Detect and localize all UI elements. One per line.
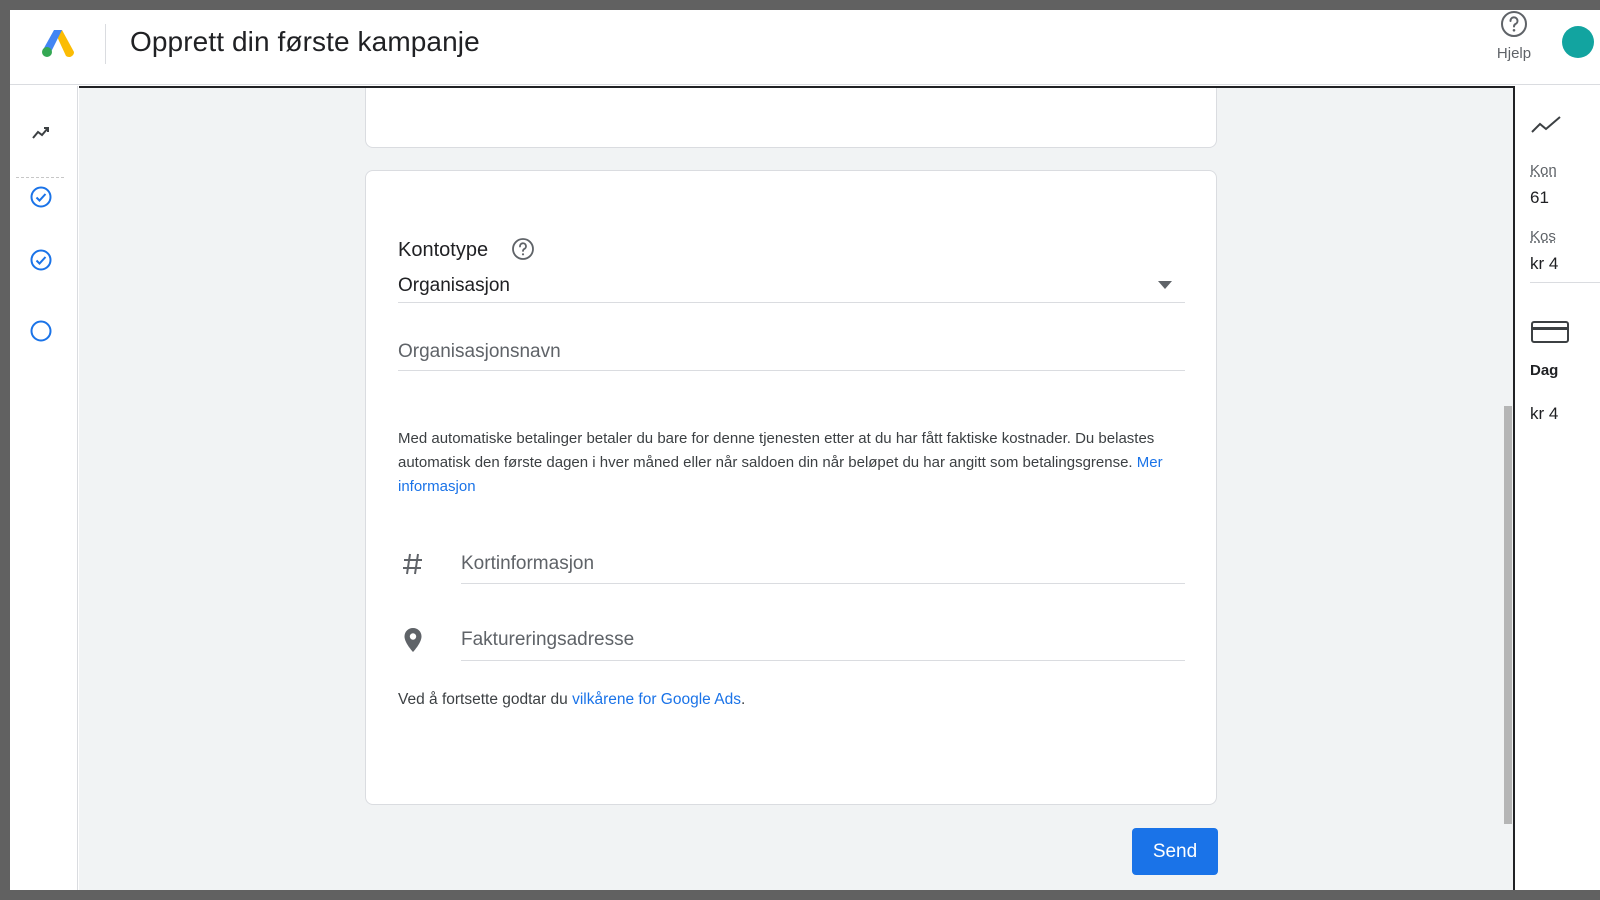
- org-name-placeholder: Organisasjonsnavn: [398, 341, 561, 362]
- top-app-bar: Opprett din første kampanje Hjelp: [10, 10, 1600, 85]
- summary-divider: [1530, 282, 1600, 283]
- dropdown-arrow-icon: [1158, 281, 1172, 289]
- summary-label: Dag: [1530, 362, 1559, 379]
- main-content: Kontotype Organisasjon Organisasjonsnavn…: [79, 86, 1515, 890]
- payment-card: Kontotype Organisasjon Organisasjonsnavn…: [365, 170, 1217, 805]
- scrollbar-thumb[interactable]: [1504, 406, 1512, 824]
- terms-prefix: Ved å fortsette godtar du: [398, 691, 568, 708]
- auto-payment-info: Med automatiske betalinger betaler du ba…: [398, 427, 1178, 499]
- page-title: Opprett din første kampanje: [130, 26, 480, 57]
- help-label: Hjelp: [1496, 45, 1532, 62]
- account-type-label: Kontotype: [398, 239, 489, 261]
- summary-value: 61: [1530, 188, 1549, 207]
- summary-value: kr 4: [1530, 404, 1559, 423]
- trending-icon[interactable]: [30, 122, 52, 144]
- step-complete-icon[interactable]: [30, 249, 52, 271]
- terms-text: Ved å fortsette godtar du vilkårene for …: [398, 691, 745, 709]
- org-name-underline: [398, 370, 1185, 371]
- account-type-value: Organisasjon: [398, 275, 510, 296]
- header-divider: [105, 24, 106, 64]
- trending-icon: [1531, 116, 1561, 133]
- terms-link[interactable]: vilkårene for Google Ads: [572, 691, 741, 708]
- rail-separator: [16, 177, 64, 178]
- send-button[interactable]: Send: [1132, 828, 1218, 875]
- auto-payment-text: Med automatiske betalinger betaler du ba…: [398, 430, 1155, 471]
- step-pending-icon[interactable]: [30, 320, 52, 342]
- select-underline: [398, 302, 1185, 303]
- right-summary-panel: Kon 61 Kos kr 4 Dag kr 4: [1517, 86, 1600, 890]
- billing-address-placeholder: Faktureringsadresse: [461, 629, 635, 650]
- help-button[interactable]: Hjelp: [1488, 10, 1538, 82]
- help-icon[interactable]: [511, 237, 535, 261]
- step-complete-icon[interactable]: [30, 186, 52, 208]
- google-ads-logo[interactable]: [40, 26, 76, 58]
- hash-icon: [403, 553, 422, 575]
- screen: Opprett din første kampanje Hjelp Kontot…: [10, 10, 1600, 890]
- summary-value: kr 4: [1530, 254, 1559, 273]
- previous-card: [365, 88, 1217, 148]
- avatar[interactable]: [1562, 26, 1594, 58]
- credit-card-icon: [1531, 321, 1569, 343]
- summary-label: Kos: [1530, 228, 1556, 245]
- location-pin-icon: [404, 628, 422, 652]
- summary-label: Kon: [1530, 162, 1557, 179]
- card-info-placeholder: Kortinformasjon: [461, 553, 595, 574]
- left-rail: [10, 86, 78, 890]
- help-icon: [1501, 11, 1527, 37]
- billing-address-underline: [461, 660, 1185, 661]
- terms-suffix: .: [740, 691, 746, 708]
- card-info-underline: [461, 583, 1185, 584]
